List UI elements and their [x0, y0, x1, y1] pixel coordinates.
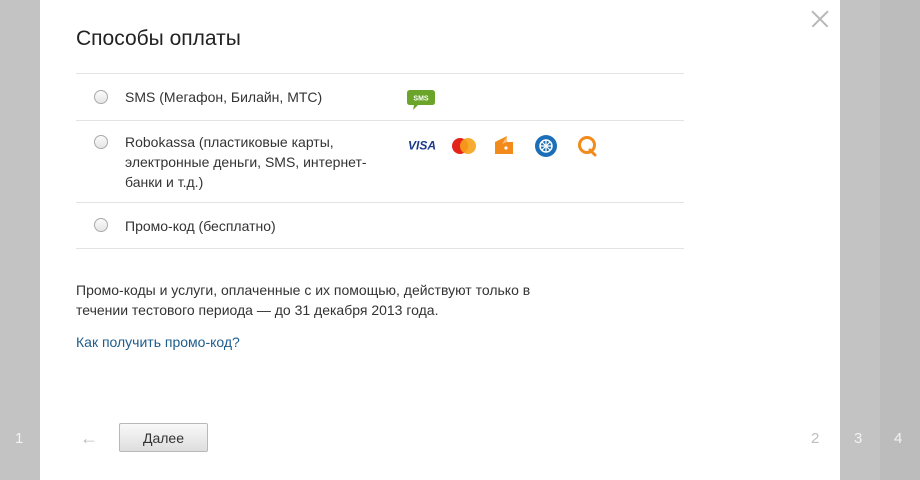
radio-sms[interactable]: [94, 90, 108, 104]
webmoney-icon: [535, 135, 557, 157]
page-number-4[interactable]: 4: [894, 430, 902, 447]
next-next-slide-panel[interactable]: 4: [880, 0, 920, 480]
visa-icon-text: VISA: [408, 139, 436, 153]
back-arrow-icon[interactable]: ←: [80, 429, 98, 447]
page-number-1[interactable]: 1: [15, 430, 23, 447]
promo-note: Промо-коды и услуги, оплаченные с их пом…: [76, 282, 531, 318]
next-slide-panel[interactable]: 3: [840, 0, 880, 480]
qiwi-icon: [578, 136, 597, 157]
payment-option-sms[interactable]: SMS (Мегафон, Билайн, МТС) SMS: [76, 74, 684, 121]
visa-icon: VISA: [408, 139, 436, 153]
previous-slide-panel[interactable]: 1: [0, 0, 40, 480]
option-label-sms: SMS (Мегафон, Билайн, МТС): [125, 89, 323, 105]
radio-promo[interactable]: [94, 218, 108, 232]
payment-methods-dialog: Способы оплаты SMS (Мегафон, Билайн, МТС…: [40, 0, 840, 480]
payment-options-list: SMS (Мегафон, Билайн, МТС) SMS Robokassa…: [76, 73, 684, 249]
sms-icon-text: SMS: [413, 96, 429, 103]
radio-robokassa[interactable]: [94, 135, 108, 149]
next-button[interactable]: Далее: [119, 423, 208, 452]
mastercard-icon: [452, 138, 476, 154]
dialog-title: Способы оплаты: [76, 27, 241, 50]
payment-option-promo[interactable]: Промо-код (бесплатно): [76, 203, 684, 249]
option-label-promo: Промо-код (бесплатно): [125, 218, 276, 234]
how-to-get-promo-link[interactable]: Как получить промо-код?: [76, 334, 240, 350]
close-icon[interactable]: [811, 10, 829, 28]
page-number-2: 2: [811, 430, 820, 447]
sms-icon: SMS: [407, 90, 435, 110]
yandex-money-icon: [495, 136, 513, 154]
option-label-robokassa: Robokassa (пластиковые карты, электронны…: [125, 134, 367, 190]
page-number-3[interactable]: 3: [854, 430, 862, 447]
payment-option-robokassa[interactable]: Robokassa (пластиковые карты, электронны…: [76, 121, 684, 203]
